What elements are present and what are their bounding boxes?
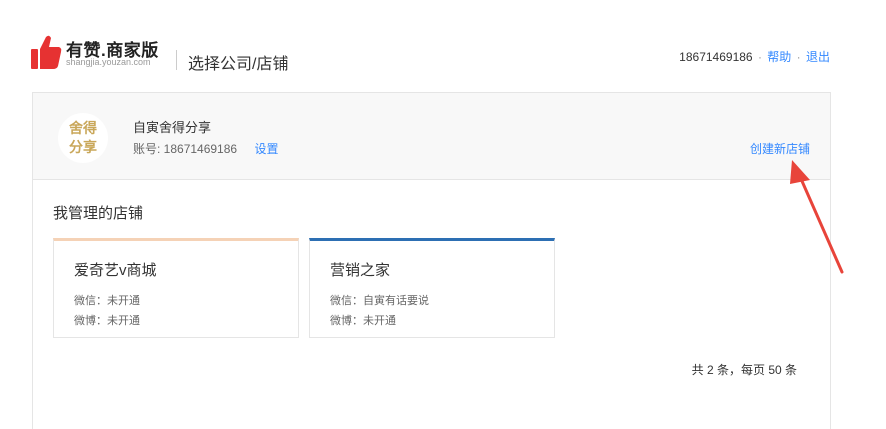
store-card-iqiyi[interactable]: 爱奇艺v商城 微信：未开通 微博：未开通 xyxy=(53,238,299,338)
header-divider xyxy=(176,50,177,70)
avatar-logo-text: 舍得分享 xyxy=(69,120,97,155)
thumbs-up-icon xyxy=(31,35,62,69)
user-links: 18671469186 · 帮助 · 退出 xyxy=(679,48,830,65)
section-title: 我管理的店铺 xyxy=(53,205,144,222)
store-wechat-status: 微信：未开通 xyxy=(74,295,140,307)
logout-link[interactable]: 退出 xyxy=(806,50,830,64)
account-bar: 舍得分享 自寅舍得分享 账号: 18671469186 设置 创建新店铺 xyxy=(33,93,830,180)
red-arrow-icon xyxy=(790,160,844,274)
main-panel: 舍得分享 自寅舍得分享 账号: 18671469186 设置 创建新店铺 我管理… xyxy=(32,92,831,429)
account-number: 账号: 18671469186 xyxy=(133,142,238,156)
user-phone: 18671469186 xyxy=(679,50,753,64)
separator-dot: · xyxy=(796,50,801,64)
help-link[interactable]: 帮助 xyxy=(767,50,791,64)
store-name: 爱奇艺v商城 xyxy=(74,262,157,279)
avatar: 舍得分享 xyxy=(58,113,108,163)
company-name: 自寅舍得分享 xyxy=(133,120,212,135)
top-header: 有赞.商家版 shangjia.youzan.com 选择公司/店铺 18671… xyxy=(0,0,886,90)
store-card-marketing[interactable]: 营销之家 微信：自寅有话要说 微博：未开通 xyxy=(309,238,555,338)
separator-dot: · xyxy=(757,50,762,64)
youzan-logo[interactable]: 有赞.商家版 shangjia.youzan.com xyxy=(30,33,160,71)
pagination-summary: 共 2 条，每页 50 条 xyxy=(691,363,797,377)
settings-link[interactable]: 设置 xyxy=(254,142,278,156)
store-name: 营销之家 xyxy=(330,262,391,279)
store-weibo-status: 微博：未开通 xyxy=(330,315,396,327)
store-wechat-status: 微信：自寅有话要说 xyxy=(330,295,429,307)
logo-subtitle: shangjia.youzan.com xyxy=(66,57,151,67)
account-info: 账号: 18671469186 设置 xyxy=(133,140,278,157)
page-title: 选择公司/店铺 xyxy=(188,56,289,73)
store-weibo-status: 微博：未开通 xyxy=(74,315,140,327)
